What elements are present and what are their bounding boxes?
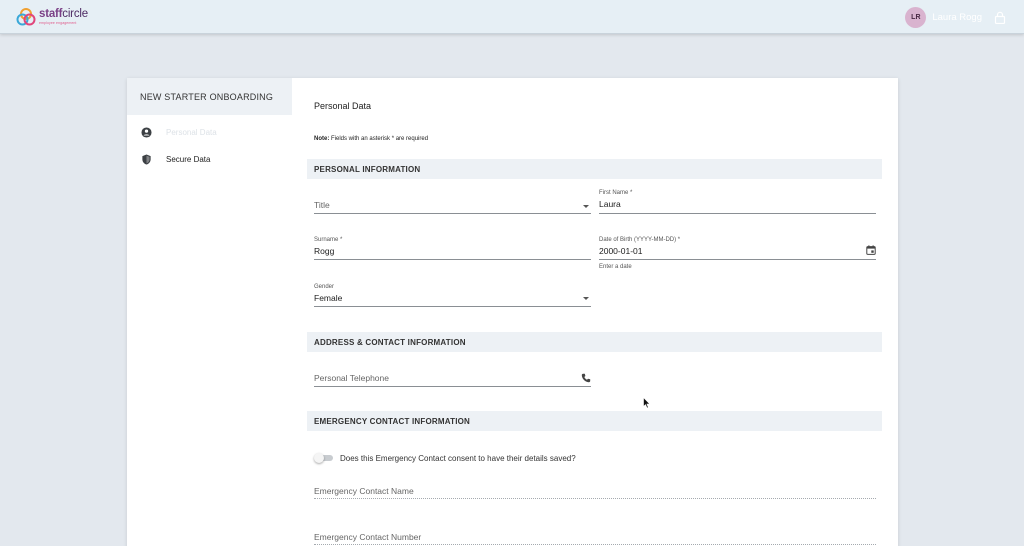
emergency-contact-name-input[interactable]: Emergency Contact Name xyxy=(314,481,876,500)
section-personal-information: PERSONAL INFORMATION xyxy=(307,159,882,179)
sidebar-item-personal-data[interactable]: Personal Data xyxy=(141,125,217,139)
staffcircle-logo-icon xyxy=(16,8,36,26)
emergency-contact-number-input[interactable]: Emergency Contact Number xyxy=(314,527,876,546)
lock-icon[interactable] xyxy=(994,11,1006,24)
surname-field[interactable]: Surname * Rogg xyxy=(314,236,591,261)
logo-wordmark: staffcircle xyxy=(39,8,88,20)
date-of-birth-field[interactable]: Date of Birth (YYYY-MM-DD) * 2000-01-01 … xyxy=(599,236,876,274)
sidebar-header: NEW STARTER ONBOARDING xyxy=(127,78,292,115)
onboarding-card: NEW STARTER ONBOARDING Personal Data Sec… xyxy=(127,78,898,546)
sidebar-item-label: Secure Data xyxy=(166,154,211,164)
section-emergency-contact: EMERGENCY CONTACT INFORMATION xyxy=(307,411,882,431)
calendar-icon[interactable] xyxy=(866,245,876,255)
title-select[interactable]: Title xyxy=(314,192,591,214)
top-app-bar: staffcircle employee engagement LR Laura… xyxy=(0,0,1024,34)
consent-toggle-row[interactable]: Does this Emergency Contact consent to h… xyxy=(314,452,576,464)
user-name[interactable]: Laura Rogg xyxy=(932,12,982,23)
chevron-down-icon xyxy=(581,293,591,303)
logo-tagline: employee engagement xyxy=(39,20,77,25)
chevron-down-icon xyxy=(581,201,591,211)
consent-toggle[interactable] xyxy=(314,453,334,463)
staffcircle-logo[interactable]: staffcircle employee engagement xyxy=(16,7,88,27)
shield-icon xyxy=(142,153,151,165)
user-menu[interactable]: LR Laura Rogg xyxy=(905,6,1006,28)
mouse-cursor-icon xyxy=(643,397,651,409)
sidebar-item-secure-data[interactable]: Secure Data xyxy=(141,152,210,166)
section-address-contact: ADDRESS & CONTACT INFORMATION xyxy=(307,332,882,352)
phone-icon xyxy=(581,373,591,383)
avatar[interactable]: LR xyxy=(905,6,927,28)
date-helper-text: Enter a date xyxy=(599,264,632,270)
personal-telephone-input[interactable]: Personal Telephone xyxy=(314,366,591,387)
sidebar-item-label: Personal Data xyxy=(166,127,217,137)
account-circle-icon xyxy=(141,126,152,138)
onboarding-sidebar: NEW STARTER ONBOARDING Personal Data Sec… xyxy=(127,78,292,546)
page-title: Personal Data xyxy=(314,101,372,111)
form-content: Personal Data Note: Fields with an aster… xyxy=(292,78,898,546)
first-name-field[interactable]: First Name * Laura xyxy=(599,189,876,214)
gender-select[interactable]: Gender Female xyxy=(314,283,591,308)
consent-label: Does this Emergency Contact consent to h… xyxy=(340,453,576,463)
required-note: Note: Fields with an asterisk * are requ… xyxy=(314,136,429,142)
